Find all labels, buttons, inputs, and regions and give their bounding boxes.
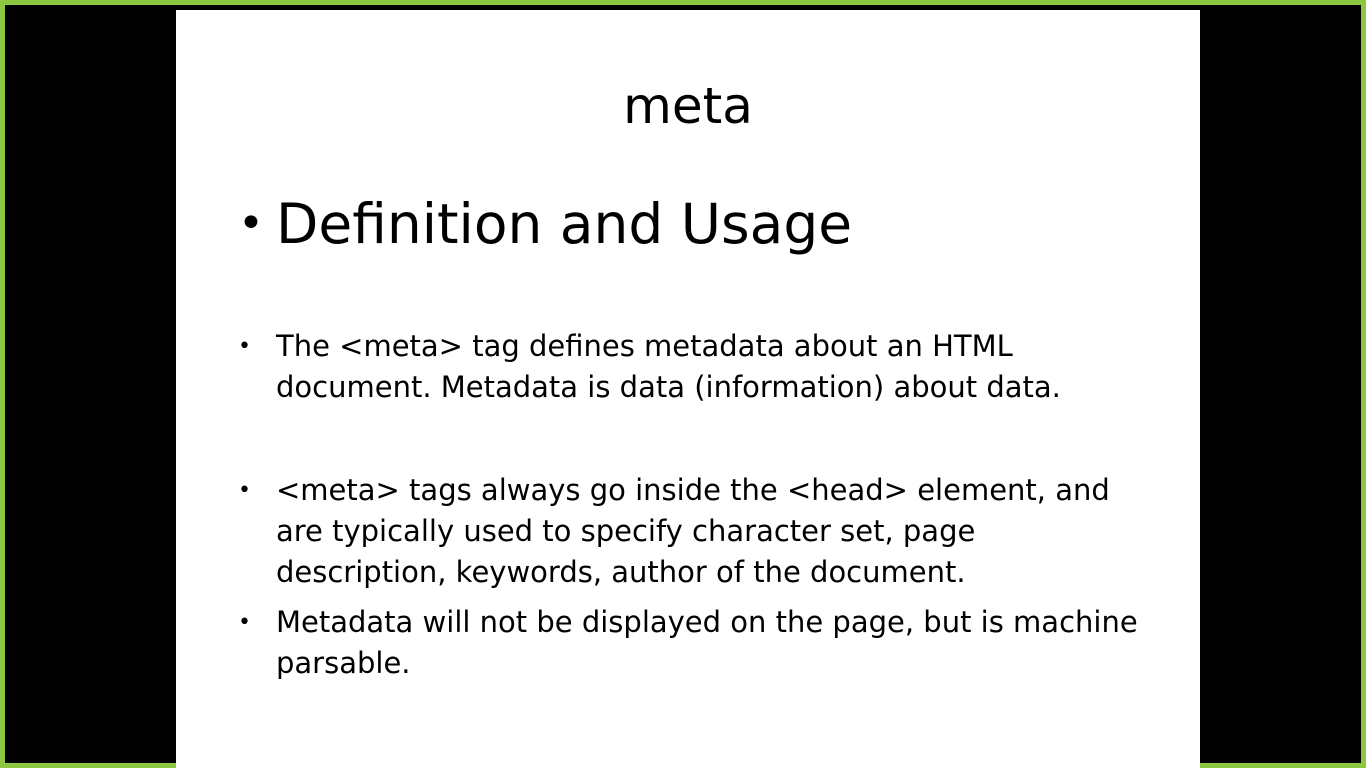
bullet-dot: •	[238, 478, 251, 503]
bullet-item: • Metadata will not be displayed on the …	[238, 602, 1138, 684]
section-heading: • Definition and Usage	[238, 190, 852, 258]
heading-text: Definition and Usage	[276, 192, 853, 256]
slide: meta • Definition and Usage • The <meta>…	[176, 10, 1200, 768]
bullet-text: Metadata will not be displayed on the pa…	[276, 605, 1138, 680]
bullet-dot: •	[238, 334, 251, 359]
bullet-text: The <meta> tag defines metadata about an…	[276, 329, 1061, 404]
bullet-text: <meta> tags always go inside the <head> …	[276, 473, 1110, 589]
bullet-item: • <meta> tags always go inside the <head…	[238, 470, 1138, 593]
presentation-frame: meta • Definition and Usage • The <meta>…	[0, 0, 1366, 768]
bullet-dot: •	[238, 610, 251, 635]
slide-title: meta	[623, 77, 753, 135]
bullet-item: • The <meta> tag defines metadata about …	[238, 326, 1138, 408]
heading-bullet: •	[238, 198, 264, 249]
